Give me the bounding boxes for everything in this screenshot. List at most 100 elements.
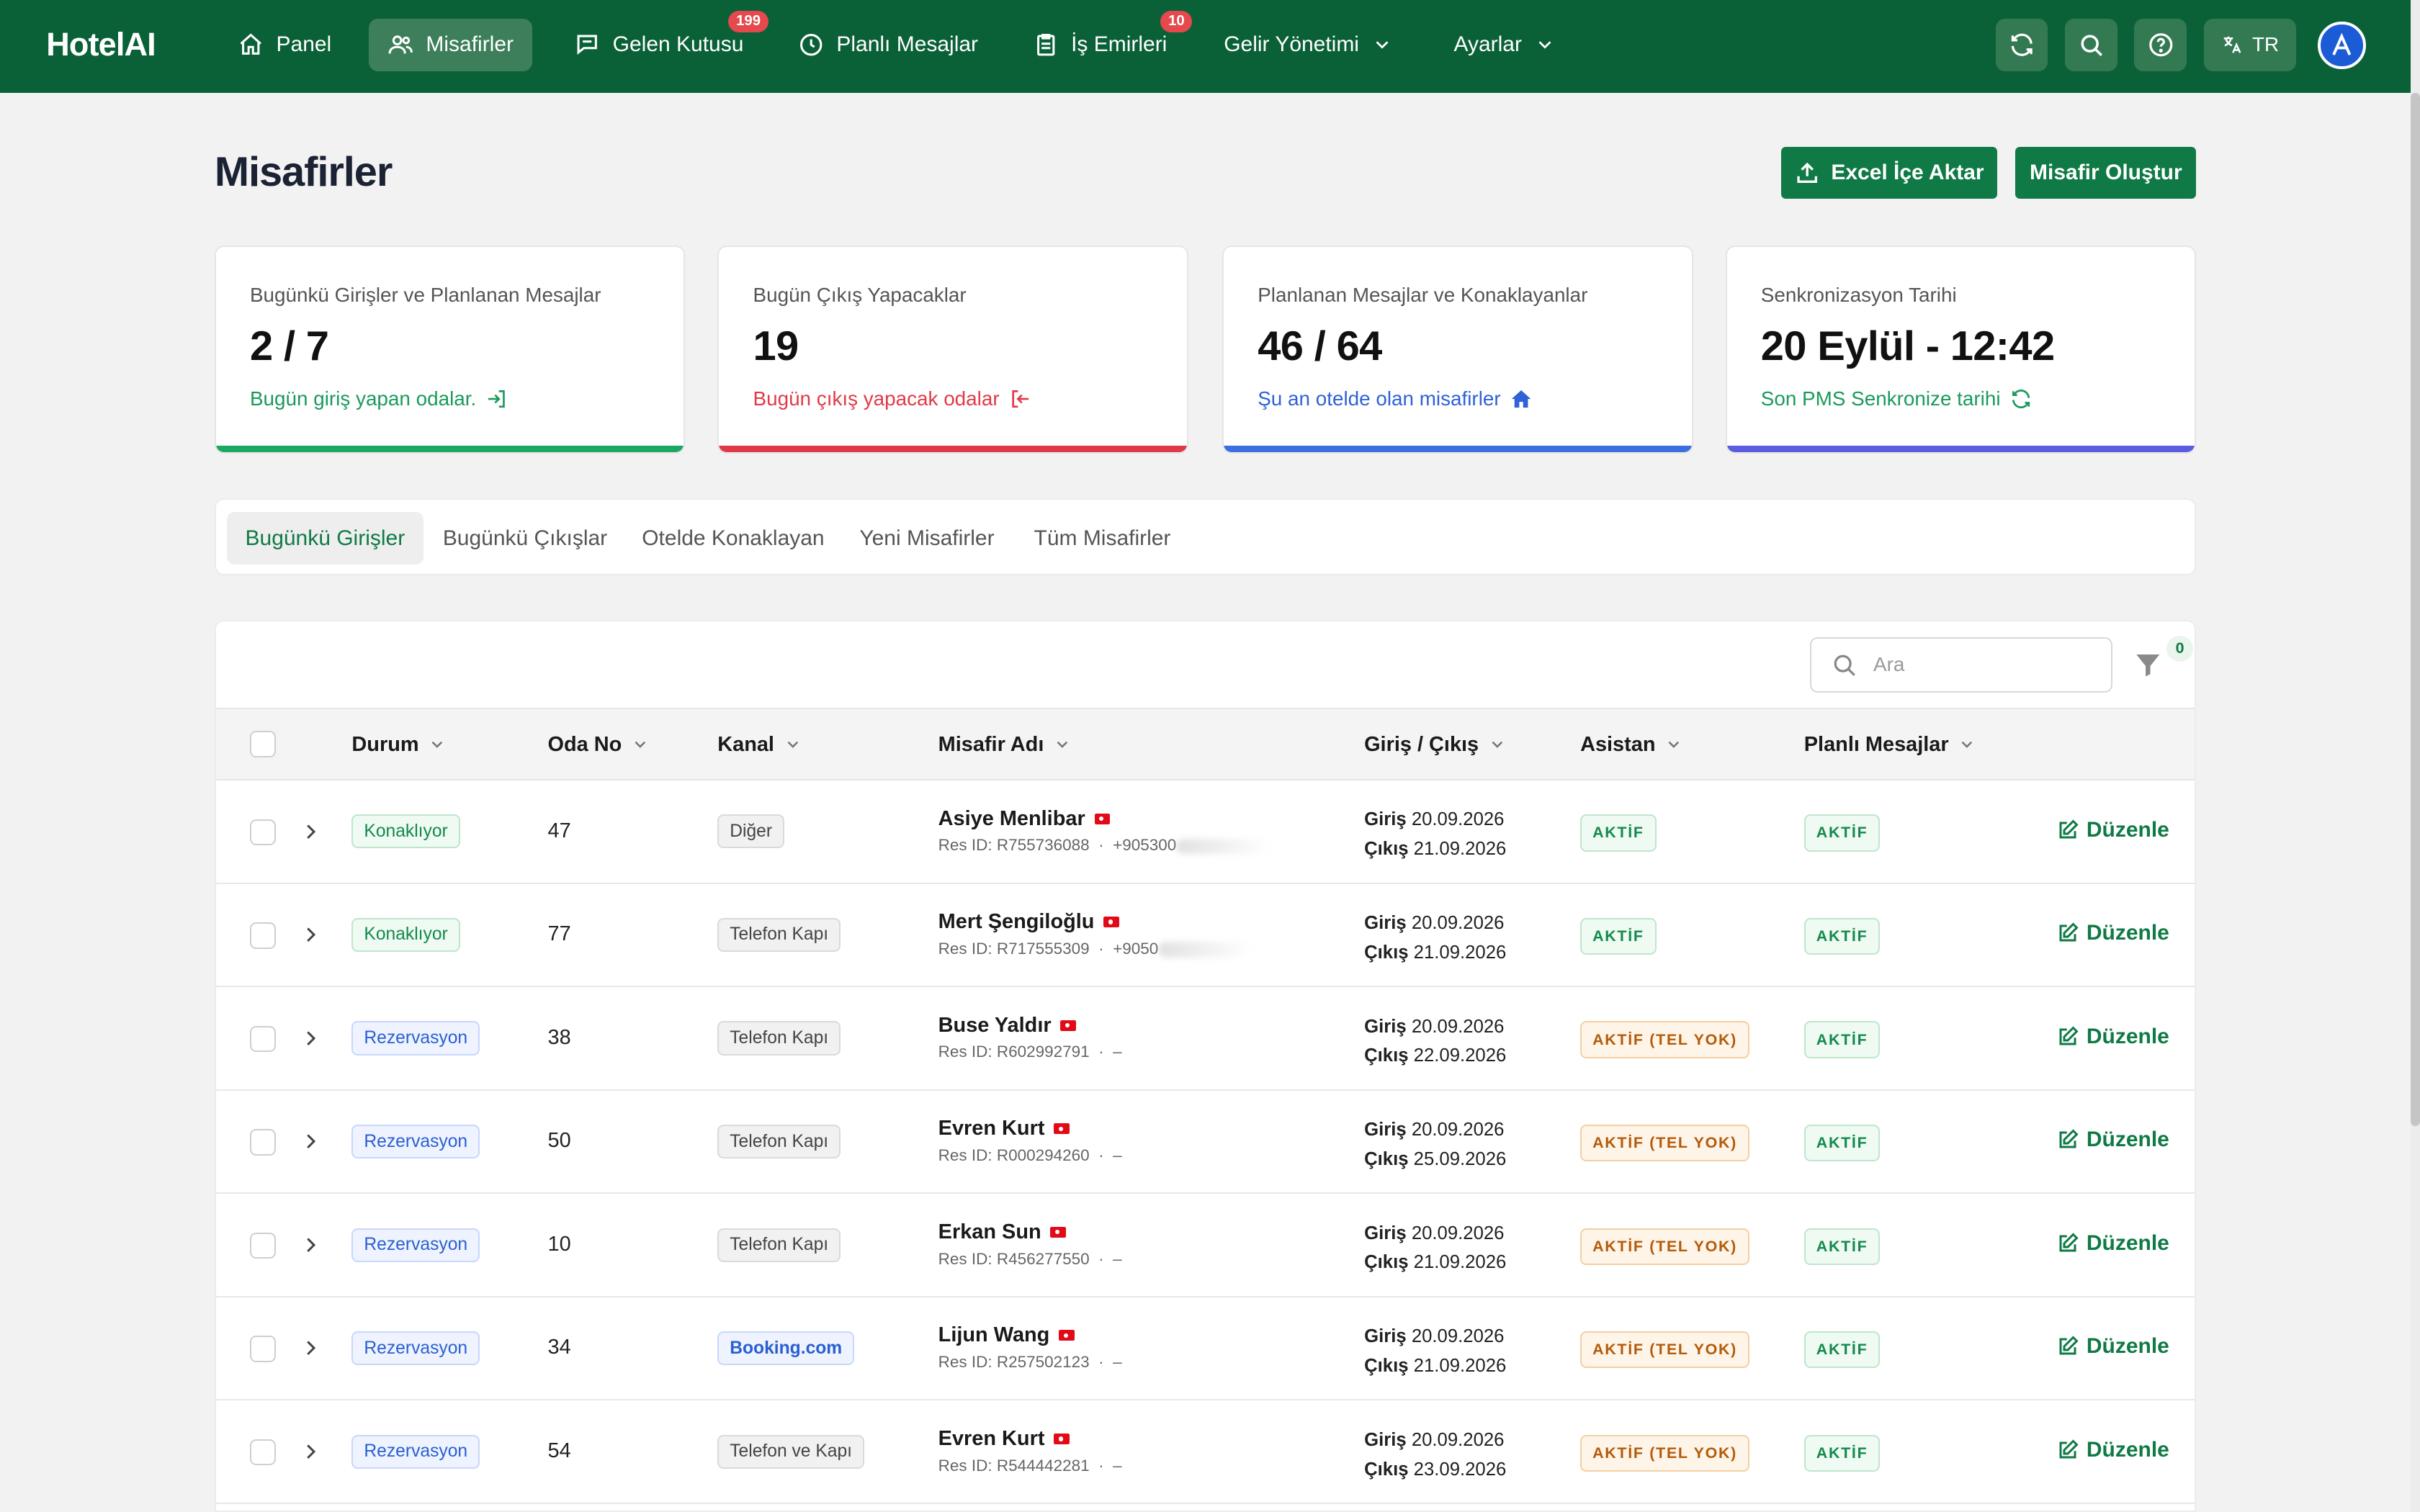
guest-name[interactable]: Mert Şengiloğlu: [938, 910, 1119, 934]
checkout-label: Çıkış: [1364, 839, 1409, 860]
help-icon: [2148, 33, 2172, 57]
edit-button[interactable]: Düzenle: [2057, 1231, 2169, 1256]
column-assistant[interactable]: Asistan: [1580, 733, 1683, 757]
chevron-right-icon[interactable]: [300, 922, 321, 947]
column-planned-messages[interactable]: Planlı Mesajlar: [1804, 733, 1976, 757]
guest-meta: Res ID: R000294260 · –: [938, 1146, 1122, 1164]
language-selector[interactable]: TR: [2203, 18, 2297, 71]
assistant-status-badge: AKTİF (TEL YOK): [1580, 1021, 1749, 1058]
edit-button[interactable]: Düzenle: [2057, 1128, 2169, 1152]
nav-is-emirleri[interactable]: İş Emirleri 10: [1014, 11, 1193, 71]
tab-todays-checkouts[interactable]: Bugünkü Çıkışlar: [424, 512, 626, 564]
table-row[interactable]: Konaklıyor 47 Diğer Asiye Menlibar Res I…: [215, 780, 2195, 884]
stat-link-sync[interactable]: Son PMS Senkronize tarihi: [1761, 387, 2033, 410]
guest-name-text: Erkan Sun: [938, 1220, 1041, 1243]
tab-all-guests[interactable]: Tüm Misafirler: [1016, 512, 1189, 564]
guest-name[interactable]: Evren Kurt: [938, 1427, 1070, 1451]
turkey-flag-icon: [1050, 1226, 1066, 1238]
turkey-flag-icon: [1060, 1020, 1076, 1031]
guest-name[interactable]: Buse Yaldır: [938, 1014, 1076, 1038]
row-checkbox[interactable]: [249, 819, 277, 846]
stat-link-checkouts[interactable]: Bugün çıkış yapacak odalar: [753, 387, 1032, 410]
stat-link-checkins[interactable]: Bugün giriş yapan odalar.: [250, 387, 508, 410]
filter-icon[interactable]: [2134, 649, 2162, 680]
table-row[interactable]: Konaklıyor 77 Telefon Kapı Mert Şengiloğ…: [215, 884, 2195, 988]
stat-value: 19: [753, 323, 799, 369]
guest-name[interactable]: Lijun Wang: [938, 1323, 1075, 1347]
guest-name[interactable]: Erkan Sun: [938, 1220, 1066, 1244]
edit-button[interactable]: Düzenle: [2057, 921, 2169, 945]
edit-button[interactable]: Düzenle: [2057, 1438, 2169, 1462]
row-checkbox[interactable]: [249, 1439, 277, 1466]
checkin-label: Giriş: [1364, 912, 1407, 933]
refresh-button[interactable]: [1995, 18, 2048, 71]
turkey-flag-icon: [1094, 813, 1110, 824]
user-avatar[interactable]: [2318, 21, 2366, 70]
help-button[interactable]: [2134, 18, 2187, 71]
chevron-down-icon: [787, 741, 798, 749]
assistant-status-badge: AKTİF (TEL YOK): [1580, 1124, 1749, 1162]
column-dates[interactable]: Giriş / Çıkış: [1364, 733, 1507, 757]
column-guest-name[interactable]: Misafir Adı: [938, 733, 1072, 757]
row-checkbox[interactable]: [249, 1232, 277, 1259]
planned-messages-badge: AKTİF: [1803, 1124, 1881, 1162]
stat-link-in-house[interactable]: Şu an otelde olan misafirler: [1258, 387, 1533, 410]
table-search[interactable]: [1810, 636, 2113, 693]
row-checkbox[interactable]: [249, 1129, 277, 1156]
edit-label: Düzenle: [2086, 921, 2169, 945]
chevron-down-icon: [635, 741, 646, 749]
guest-name[interactable]: Asiye Menlibar: [938, 807, 1110, 831]
row-checkbox[interactable]: [249, 922, 277, 949]
excel-import-button[interactable]: Excel İçe Aktar: [1780, 146, 1997, 199]
table-row[interactable]: Rezervasyon 54 Telefon ve Kapı Evren Kur…: [215, 1401, 2195, 1505]
chevron-right-icon[interactable]: [300, 819, 321, 844]
chevron-right-icon[interactable]: [300, 1129, 321, 1153]
nav-gelen-kutusu[interactable]: Gelen Kutusu 199: [555, 11, 768, 71]
table-row[interactable]: Rezervasyon 10 Telefon Kapı Erkan Sun Re…: [215, 1194, 2195, 1297]
users-icon: [388, 35, 413, 54]
row-checkbox[interactable]: [249, 1336, 277, 1362]
guest-table-panel: 0 Durum Oda No Kanal Misafir Adı Giriş /…: [214, 620, 2197, 1512]
stat-label: Senkronizasyon Tarihi: [1760, 284, 1957, 307]
edit-button[interactable]: Düzenle: [2057, 1025, 2169, 1049]
reservation-id: Res ID: R602992791: [938, 1043, 1090, 1061]
nav-planli-mesajlar[interactable]: Planlı Mesajlar: [779, 19, 997, 71]
stat-card-sync: Senkronizasyon Tarihi 20 Eylül - 12:42 S…: [1725, 245, 2197, 454]
channel-badge: Booking.com: [717, 1331, 855, 1366]
edit-button[interactable]: Düzenle: [2057, 1334, 2169, 1359]
nav-planli-mesajlar-label: Planlı Mesajlar: [836, 32, 979, 57]
guest-name[interactable]: Evren Kurt: [938, 1117, 1070, 1140]
table-row[interactable]: Rezervasyon 50 Telefon Kapı Evren Kurt R…: [215, 1091, 2195, 1194]
search-button[interactable]: [2065, 18, 2118, 71]
row-checkbox[interactable]: [249, 1025, 277, 1053]
edit-button[interactable]: Düzenle: [2057, 818, 2169, 842]
brand-logo[interactable]: HotelAI: [46, 26, 156, 63]
create-guest-button[interactable]: Misafir Oluştur: [2015, 146, 2197, 199]
table-row[interactable]: Rezervasyon 34 Booking.com Lijun Wang Re…: [215, 1297, 2195, 1401]
checkout-date: 21.09.2026: [1413, 1252, 1507, 1273]
assistant-status-badge: AKTİF (TEL YOK): [1580, 1228, 1749, 1265]
column-channel[interactable]: Kanal: [717, 733, 802, 757]
nav-is-emirleri-label: İş Emirleri: [1071, 32, 1168, 57]
chevron-right-icon[interactable]: [300, 1026, 321, 1050]
page-scrollbar-thumb[interactable]: [2411, 92, 2420, 1127]
table-row[interactable]: Rezervasyon 38 Telefon Kapı Buse Yaldır …: [215, 987, 2195, 1091]
tab-new-guests[interactable]: Yeni Misafirler: [841, 512, 1013, 564]
chat-icon: [577, 35, 597, 55]
search-input[interactable]: [1870, 652, 2102, 678]
select-all-checkbox[interactable]: [249, 731, 277, 757]
nav-misafirler[interactable]: Misafirler: [369, 18, 532, 71]
column-room[interactable]: Oda No: [548, 733, 650, 757]
tab-todays-checkins[interactable]: Bugünkü Girişler: [226, 512, 424, 565]
chevron-right-icon[interactable]: [300, 1439, 321, 1464]
create-guest-label: Misafir Oluştur: [2030, 160, 2182, 184]
nav-panel[interactable]: Panel: [219, 19, 350, 71]
stay-dates: Giriş 20.09.2026 Çıkış 21.09.2026: [1364, 805, 1506, 863]
nav-gelir-yonetimi[interactable]: Gelir Yönetimi: [1206, 19, 1412, 71]
chevron-right-icon[interactable]: [300, 1233, 321, 1257]
chevron-right-icon[interactable]: [300, 1336, 321, 1360]
checkout-date: 22.09.2026: [1413, 1045, 1507, 1066]
column-status[interactable]: Durum: [351, 733, 447, 757]
nav-ayarlar[interactable]: Ayarlar: [1435, 19, 1574, 71]
tab-in-house[interactable]: Otelde Konaklayan: [624, 512, 843, 564]
